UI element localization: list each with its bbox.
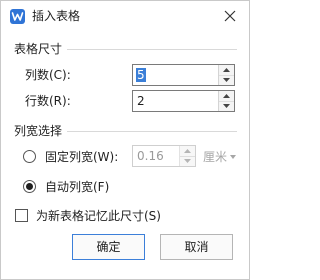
arrow-up-icon [223,94,230,98]
fixed-width-input[interactable]: 0.16 [137,149,164,163]
rows-spin-arrows [218,91,234,111]
fixed-width-radio[interactable] [23,150,36,163]
section-divider [67,131,237,132]
remember-size-checkbox[interactable] [15,209,28,222]
auto-width-label: 自动列宽(F) [45,180,110,194]
arrow-up-icon [223,68,230,72]
arrow-down-icon [223,104,230,108]
ok-button[interactable]: 确定 [72,234,145,260]
chevron-down-icon [230,155,236,159]
columns-input[interactable]: 5 [136,68,146,82]
close-icon [224,10,236,22]
cancel-button[interactable]: 取消 [160,234,233,260]
arrow-up-icon [184,149,191,153]
close-button[interactable] [221,7,239,25]
fixed-width-label: 固定列宽(W): [45,150,119,164]
insert-table-dialog: 插入表格 表格尺寸 列数(C): 5 行数(R): 2 列宽选择 固定列宽(W)… [0,0,250,280]
rows-spinbox[interactable]: 2 [132,90,235,112]
columns-spinbox[interactable]: 5 [132,64,235,86]
column-width-section-label: 列宽选择 [14,124,63,138]
arrow-down-icon [223,78,230,82]
section-divider [67,49,237,50]
title-bar: 插入表格 [1,1,249,31]
columns-decrement-button[interactable] [219,75,234,85]
fixed-width-spinbox[interactable]: 0.16 [132,145,196,167]
rows-label: 行数(R): [25,94,71,108]
auto-width-radio[interactable] [23,180,36,193]
rows-input[interactable]: 2 [137,94,145,108]
radio-selected-dot [26,183,33,190]
remember-size-label: 为新表格记忆此尺寸(S) [36,209,161,223]
columns-label: 列数(C): [25,68,71,82]
dialog-title: 插入表格 [32,9,81,23]
unit-dropdown[interactable]: 厘米 [203,150,227,164]
wps-writer-icon [10,9,25,24]
rows-decrement-button[interactable] [219,101,234,111]
fixed-width-spin-arrows [179,146,195,166]
fixed-width-decrement-button[interactable] [180,156,195,166]
table-size-section-label: 表格尺寸 [14,42,63,56]
arrow-down-icon [184,159,191,163]
columns-spin-arrows [218,65,234,85]
